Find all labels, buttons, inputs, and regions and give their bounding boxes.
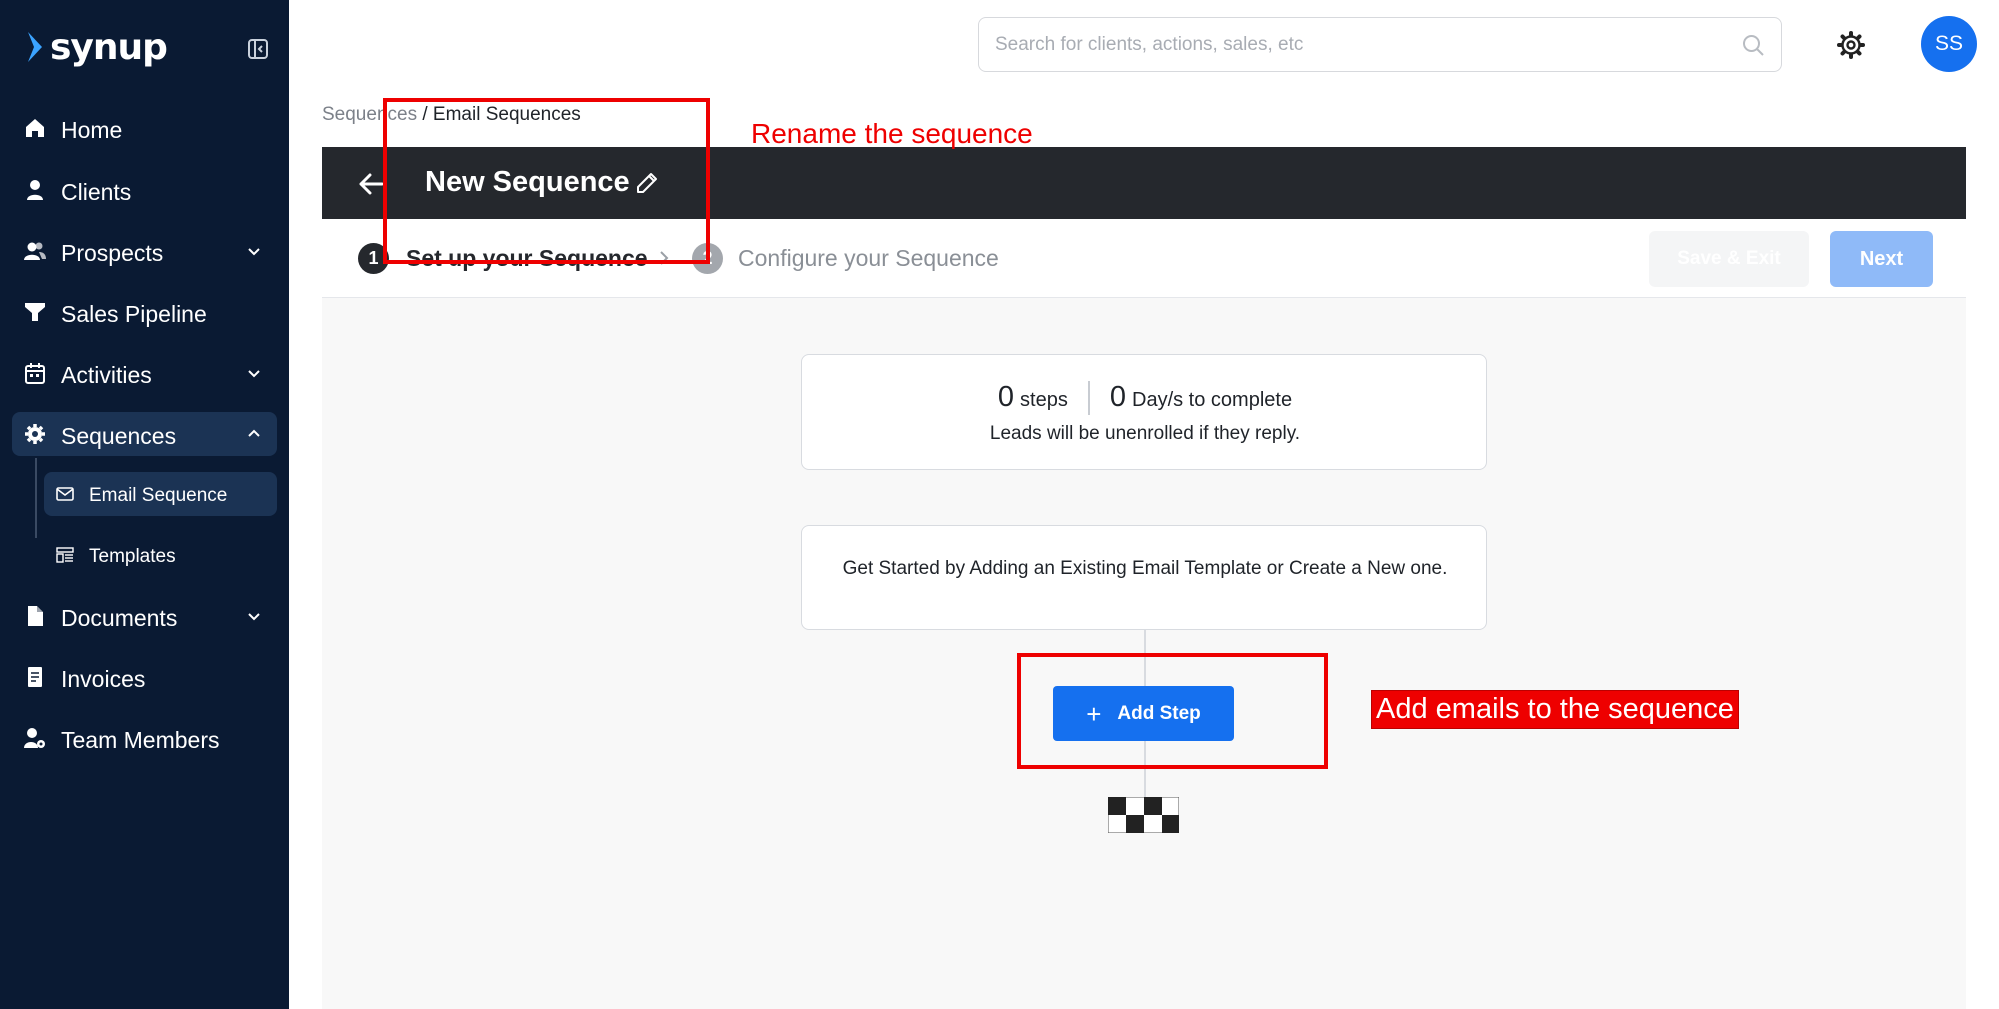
sidebar-item-home[interactable]: Home bbox=[12, 106, 277, 150]
sidebar-item-label: Documents bbox=[61, 605, 178, 631]
summary-counts: 0 steps 0 Day/s to complete bbox=[802, 381, 1488, 415]
template-icon bbox=[56, 547, 74, 563]
search-box[interactable] bbox=[978, 17, 1782, 72]
sidebar-item-activities[interactable]: Activities bbox=[12, 351, 277, 395]
sidebar-item-label: Activities bbox=[61, 362, 152, 388]
user-icon bbox=[27, 180, 43, 200]
invoice-icon bbox=[28, 667, 42, 687]
document-icon bbox=[28, 606, 43, 626]
rename-annotation-box bbox=[383, 98, 710, 264]
settings-gear-icon[interactable] bbox=[1836, 30, 1866, 60]
sidebar-subitem-templates[interactable]: Templates bbox=[44, 533, 277, 577]
add-emails-annotation-label: Add emails to the sequence bbox=[1371, 690, 1739, 729]
funnel-icon bbox=[25, 303, 45, 321]
sidebar-item-label: Home bbox=[61, 117, 123, 143]
sidebar-item-sales-pipeline[interactable]: Sales Pipeline bbox=[12, 290, 277, 334]
collapse-sidebar-icon[interactable] bbox=[246, 37, 270, 61]
sidebar-item-documents[interactable]: Documents bbox=[12, 594, 277, 638]
sidebar-item-label: Clients bbox=[61, 179, 132, 205]
next-button[interactable]: Next bbox=[1830, 231, 1933, 287]
users-icon bbox=[24, 242, 46, 260]
sidebar-item-label: Sales Pipeline bbox=[61, 301, 207, 327]
sidebar-subitem-label: Templates bbox=[89, 546, 176, 567]
sidebar-item-invoices[interactable]: Invoices bbox=[12, 655, 277, 699]
sequence-summary-card: 0 steps 0 Day/s to complete Leads will b… bbox=[801, 354, 1487, 470]
chevron-down-icon bbox=[248, 248, 260, 256]
sidebar-item-prospects[interactable]: Prospects bbox=[12, 229, 277, 273]
rename-annotation-text: Rename the sequence bbox=[751, 118, 1033, 149]
gear-icon bbox=[25, 424, 45, 444]
sidebar-subitem-label: Email Sequence bbox=[89, 485, 228, 506]
submenu-guide-line bbox=[35, 458, 37, 538]
user-avatar[interactable]: SS bbox=[1921, 16, 1977, 72]
sidebar-item-sequences[interactable]: Sequences bbox=[12, 412, 277, 456]
sidebar-item-label: Team Members bbox=[61, 727, 220, 753]
synup-logo[interactable]: synup bbox=[26, 26, 168, 68]
sidebar-item-label: Sequences bbox=[61, 423, 177, 449]
mail-icon bbox=[56, 487, 74, 501]
finish-flag-icon bbox=[1108, 797, 1179, 833]
unenroll-note: Leads will be unenrolled if they reply. bbox=[989, 423, 1301, 444]
synup-chevron-icon bbox=[28, 32, 42, 62]
add-step-annotation-box bbox=[1017, 653, 1328, 769]
get-started-text: Get Started by Adding an Existing Email … bbox=[842, 558, 1448, 579]
steps-label: steps bbox=[1020, 389, 1068, 411]
search-icon[interactable] bbox=[1741, 33, 1765, 57]
calendar-icon bbox=[25, 363, 45, 384]
sidebar-item-label: Prospects bbox=[61, 240, 164, 266]
back-arrow-icon[interactable] bbox=[358, 171, 384, 197]
sidebar-item-clients[interactable]: Clients bbox=[12, 168, 277, 212]
chevron-down-icon bbox=[248, 370, 260, 378]
days-label: Day/s to complete bbox=[1132, 389, 1293, 411]
sidebar: synup Home Clients Prospects Sales Pipel… bbox=[0, 0, 289, 1009]
save-exit-button[interactable]: Save & Exit bbox=[1649, 231, 1809, 287]
chevron-up-icon bbox=[248, 429, 260, 437]
summary-divider bbox=[1087, 381, 1090, 415]
get-started-card: Get Started by Adding an Existing Email … bbox=[801, 525, 1487, 630]
sidebar-item-team-members[interactable]: Team Members bbox=[12, 716, 277, 760]
days-count: 0 bbox=[1109, 381, 1126, 413]
home-icon bbox=[26, 119, 44, 137]
step-2-label[interactable]: Configure your Sequence bbox=[738, 245, 999, 272]
user-gear-icon bbox=[24, 728, 45, 748]
chevron-down-icon bbox=[248, 613, 260, 621]
brand-name: synup bbox=[50, 26, 168, 68]
search-input[interactable] bbox=[995, 30, 1715, 60]
sidebar-item-label: Invoices bbox=[61, 666, 146, 692]
steps-count: 0 bbox=[997, 381, 1015, 413]
sidebar-subitem-email-sequence[interactable]: Email Sequence bbox=[44, 472, 277, 516]
